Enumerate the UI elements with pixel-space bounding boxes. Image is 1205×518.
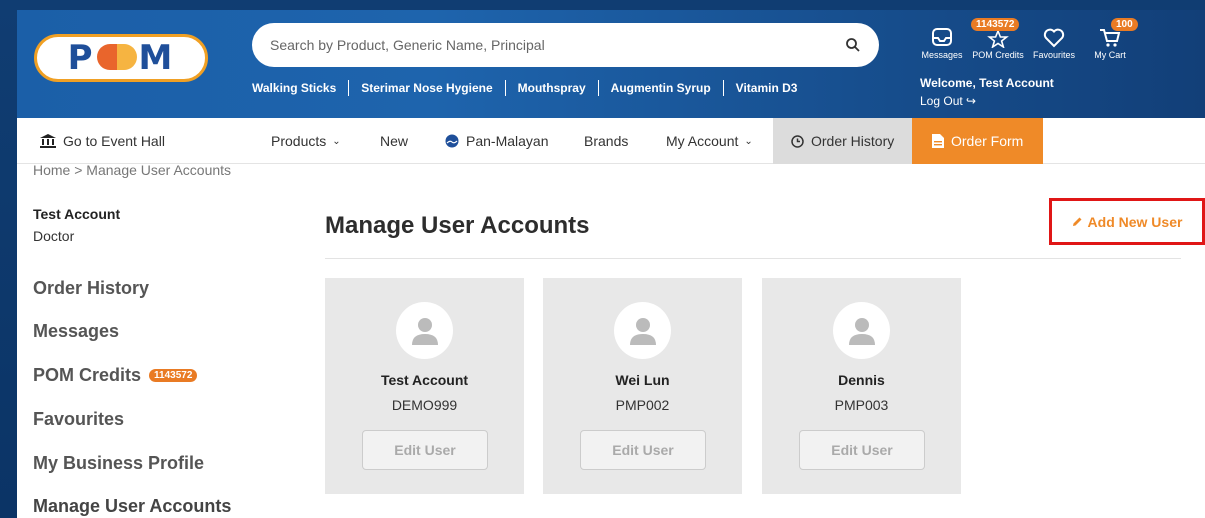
popular-search-links: Walking Sticks Sterimar Nose Hygiene Mou… [252,79,809,97]
sidebar-item-pom-credits[interactable]: POM Credits 1143572 [33,365,198,386]
cart-button[interactable]: 100 My Cart [1085,18,1138,70]
inbox-icon [932,28,952,46]
nav-brands[interactable]: Brands [584,118,628,164]
nav-products-label: Products [271,133,327,149]
credits-badge: 1143572 [971,18,1020,31]
favourites-label: Favourites [1032,50,1076,60]
nav-pan-malayan-label: Pan-Malayan [466,133,549,149]
globe-icon [445,134,459,148]
pencil-icon [1072,217,1082,226]
sidebar-item-label: Order History [33,278,150,298]
nav-products[interactable]: Products ⌄ [271,118,341,164]
nav-new-label: New [380,133,409,149]
avatar [614,302,671,359]
logout-link[interactable]: Log Out ↪ [920,94,976,108]
nav-event-hall-label: Go to Event Hall [63,133,165,149]
sidebar-item-favourites[interactable]: Favourites [33,409,124,430]
sidebar-item-label: Messages [33,321,120,341]
user-card: Test Account DEMO999 Edit User [325,278,524,494]
user-code: PMP002 [615,397,670,413]
messages-label: Messages [921,50,963,60]
sidebar-item-label: POM Credits [33,365,142,385]
quick-link[interactable]: Mouthspray [506,80,599,96]
account-name: Test Account [33,206,121,222]
logo-text: PM [67,38,175,78]
title-divider [325,258,1181,259]
edit-user-button[interactable]: Edit User [799,430,925,470]
nav-order-form[interactable]: Order Form [912,118,1044,164]
nav-order-history[interactable]: Order History [773,118,913,164]
sidebar-item-label: My Business Profile [33,453,205,473]
nav-my-account[interactable]: My Account ⌄ [666,118,753,164]
breadcrumb: Home > Manage User Accounts [33,162,232,178]
quick-link[interactable]: Augmentin Syrup [599,80,724,96]
pom-credits-label: POM Credits [972,50,1024,60]
sidebar-item-business-profile[interactable]: My Business Profile [33,453,204,474]
edit-user-button[interactable]: Edit User [362,430,488,470]
quick-link[interactable]: Sterimar Nose Hygiene [349,80,506,96]
page-content: Home > Manage User Accounts Test Account… [17,162,1205,518]
nav-pan-malayan[interactable]: Pan-Malayan [445,118,549,164]
nav-my-account-label: My Account [666,133,739,149]
sidebar-item-label: Favourites [33,409,125,429]
user-card: Wei Lun PMP002 Edit User [543,278,742,494]
user-name: Wei Lun [615,372,670,388]
sidebar-item-messages[interactable]: Messages [33,321,119,342]
avatar [396,302,453,359]
bank-icon [40,134,56,148]
pom-logo[interactable]: PM [34,34,208,82]
quick-link[interactable]: Walking Sticks [252,80,350,96]
welcome-block: Welcome, Test Account Log Out ↪ [920,76,1054,108]
cart-label: My Cart [1094,50,1126,60]
user-name: Test Account [380,372,469,388]
nav-brands-label: Brands [584,133,629,149]
account-role: Doctor [33,228,75,244]
edit-user-button[interactable]: Edit User [580,430,706,470]
heart-icon [1043,28,1065,48]
search-icon[interactable] [845,37,861,53]
chevron-down-icon: ⌄ [332,135,341,147]
main-nav: Go to Event Hall Products ⌄ New Pan-Mala… [17,118,1205,164]
clock-icon [791,134,804,148]
user-code: PMP003 [834,397,889,413]
nav-order-form-label: Order Form [951,133,1024,149]
pom-credits-button[interactable]: 1143572 POM Credits [971,18,1024,70]
user-name: Dennis [838,372,885,388]
add-new-user-label: Add New User [1087,213,1183,230]
logout-icon: ↪ [966,94,977,108]
sidebar-item-order-history[interactable]: Order History [33,278,149,299]
logout-label: Log Out [920,94,963,108]
page-title: Manage User Accounts [325,212,590,239]
cart-badge: 100 [1111,18,1138,31]
nav-event-hall[interactable]: Go to Event Hall [40,118,165,164]
sidebar-item-label: Manage User Accounts [33,496,232,516]
nav-new[interactable]: New [380,118,408,164]
favourites-button[interactable]: Favourites [1029,20,1079,70]
search-bar [252,23,879,67]
chevron-down-icon: ⌄ [744,135,753,147]
site-header: PM Walking Sticks Sterimar Nose Hygiene … [17,10,1205,118]
add-new-user-button[interactable]: Add New User [1049,198,1205,245]
avatar [833,302,890,359]
search-input[interactable] [270,37,845,53]
messages-button[interactable]: Messages [917,20,967,70]
header-icons: Messages 1143572 POM Credits Favourites … [917,18,1141,70]
user-icon [848,317,875,345]
sidebar-item-manage-users[interactable]: Manage User Accounts [33,496,231,518]
user-code: DEMO999 [391,397,458,413]
credits-badge: 1143572 [149,369,198,382]
user-card: Dennis PMP003 Edit User [762,278,961,494]
user-icon [411,317,438,345]
quick-link[interactable]: Vitamin D3 [724,80,810,96]
user-icon [629,317,656,345]
nav-order-history-label: Order History [811,133,895,149]
document-icon [932,134,944,148]
welcome-text: Welcome, Test Account [920,76,1054,90]
